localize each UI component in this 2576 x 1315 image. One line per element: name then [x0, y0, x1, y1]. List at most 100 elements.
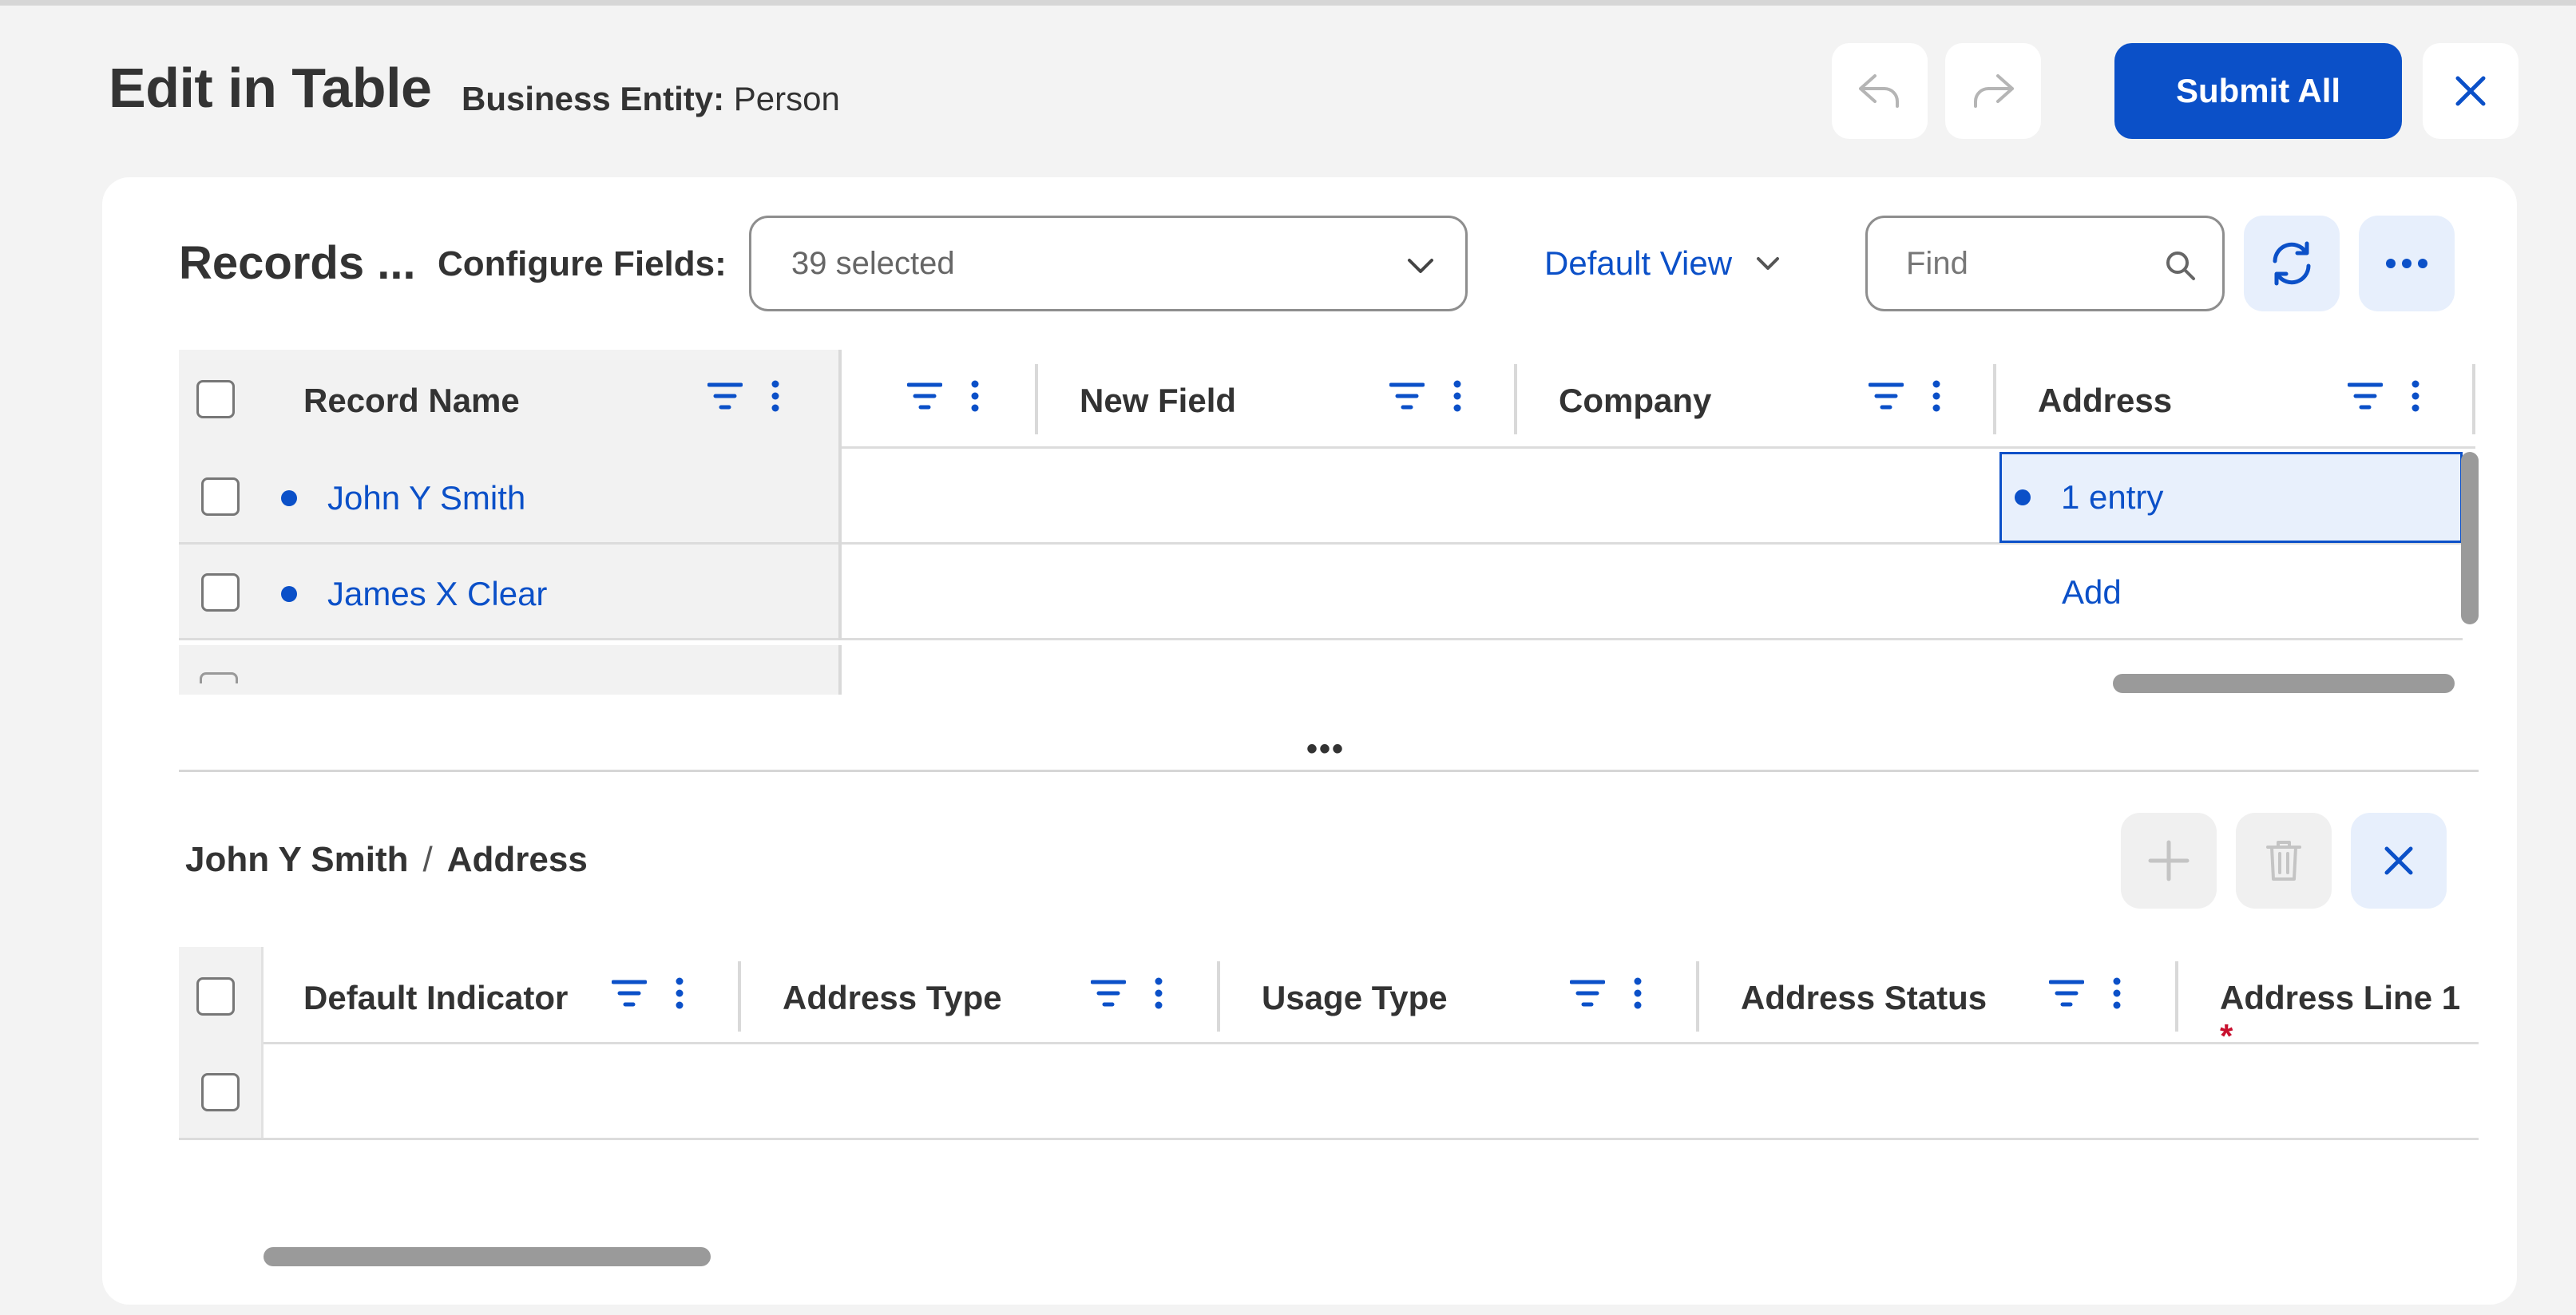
table-row-partial: [179, 645, 842, 695]
records-grid-header: Record Name New Field Company Address: [179, 350, 2475, 449]
kebab-menu-icon[interactable]: [971, 380, 979, 412]
more-options-button[interactable]: [2359, 216, 2455, 311]
horizontal-scrollbar[interactable]: [264, 1247, 711, 1266]
breadcrumb-separator: /: [422, 840, 433, 879]
kebab-menu-icon[interactable]: [771, 380, 779, 412]
column-tools-record-name: [707, 380, 779, 412]
column-header-company: Company: [1559, 382, 1712, 419]
select-all-checkbox[interactable]: [196, 380, 235, 418]
refresh-icon: [2273, 241, 2311, 286]
filter-icon[interactable]: [1091, 977, 1126, 1009]
column-divider[interactable]: [1514, 364, 1517, 434]
column-divider: [838, 449, 842, 545]
kebab-menu-icon[interactable]: [2113, 977, 2121, 1009]
refresh-button[interactable]: [2244, 216, 2340, 311]
kebab-menu-icon[interactable]: [1634, 977, 1642, 1009]
column-tools-usage-type: [1570, 977, 1642, 1009]
column-header-address-line-1-label: Address Line 1: [2220, 979, 2461, 1016]
column-header-new-field: New Field: [1080, 382, 1237, 419]
vertical-scrollbar[interactable]: [2461, 452, 2479, 624]
filter-icon[interactable]: [707, 380, 743, 412]
kebab-menu-icon[interactable]: [1453, 380, 1461, 412]
submit-all-button[interactable]: Submit All: [2114, 43, 2402, 139]
close-dialog-button[interactable]: [2423, 43, 2519, 139]
column-tools-unnamed: [907, 380, 979, 412]
address-entry-dot: [2015, 489, 2031, 505]
breadcrumb: John Y Smith / Address: [185, 840, 588, 880]
column-divider[interactable]: [838, 350, 842, 449]
kebab-menu-icon[interactable]: [1155, 977, 1163, 1009]
column-divider[interactable]: [2175, 961, 2178, 1032]
chevron-down-icon: [1408, 259, 1433, 273]
column-header-address-status: Address Status: [1741, 979, 1987, 1016]
breadcrumb-record: John Y Smith: [185, 840, 409, 879]
window-top-border: [0, 0, 2576, 6]
row-status-dot: [281, 490, 297, 506]
address-entry-link[interactable]: 1 entry: [2061, 478, 2163, 517]
page-title: Edit in Table: [109, 57, 432, 119]
add-entry-button[interactable]: [2121, 813, 2217, 909]
find-placeholder: Find: [1906, 245, 1968, 281]
kebab-menu-icon[interactable]: [2412, 380, 2419, 412]
filter-icon[interactable]: [1389, 380, 1425, 412]
search-icon: [2166, 252, 2195, 280]
column-divider[interactable]: [1993, 364, 1996, 434]
filter-icon[interactable]: [612, 977, 647, 1009]
business-entity: Business Entity: Person: [462, 80, 840, 118]
horizontal-scrollbar[interactable]: [2113, 674, 2455, 693]
record-name-link[interactable]: John Y Smith: [327, 479, 525, 517]
configure-fields-label: Configure Fields:: [438, 244, 727, 283]
chevron-down-icon: [1757, 257, 1780, 270]
kebab-menu-icon[interactable]: [1932, 380, 1940, 412]
filter-icon[interactable]: [907, 380, 942, 412]
records-title: Records ...: [179, 237, 416, 289]
panel-splitter[interactable]: [179, 770, 2479, 772]
row-checkbox-partial: [200, 672, 238, 683]
delete-entry-button[interactable]: [2236, 813, 2332, 909]
trash-icon: [2266, 841, 2301, 881]
close-detail-button[interactable]: [2351, 813, 2447, 909]
row-checkbox[interactable]: [201, 1073, 240, 1111]
address-cell-selected[interactable]: 1 entry: [1999, 452, 2463, 543]
breadcrumb-field: Address: [446, 840, 588, 879]
column-divider[interactable]: [738, 961, 741, 1032]
column-header-usage-type: Usage Type: [1262, 979, 1448, 1016]
configure-fields-select[interactable]: 39 selected: [749, 216, 1468, 311]
table-row[interactable]: [179, 1044, 2479, 1140]
filter-icon[interactable]: [1570, 977, 1605, 1009]
record-name-link[interactable]: James X Clear: [327, 575, 547, 613]
undo-arrow-icon: [1859, 74, 1899, 108]
column-tools-company: [1869, 380, 1940, 412]
filter-icon[interactable]: [1869, 380, 1904, 412]
configure-fields-value: 39 selected: [791, 245, 955, 281]
column-divider[interactable]: [2472, 364, 2475, 434]
row-checkbox[interactable]: [201, 573, 240, 612]
panel-resize-handle[interactable]: •••: [1306, 731, 1345, 767]
plus-icon: [2148, 840, 2190, 881]
row-status-dot: [281, 586, 297, 602]
redo-arrow-icon: [1974, 74, 2014, 108]
business-entity-label: Business Entity:: [462, 80, 725, 117]
column-divider[interactable]: [1696, 961, 1699, 1032]
find-input[interactable]: Find: [1865, 216, 2225, 311]
filter-icon[interactable]: [2049, 977, 2084, 1009]
redo-button[interactable]: [1945, 43, 2041, 139]
undo-button[interactable]: [1832, 43, 1928, 139]
column-divider: [838, 545, 842, 640]
column-header-address: Address: [2038, 382, 2173, 419]
view-selector[interactable]: Default View: [1544, 244, 1781, 283]
column-divider[interactable]: [1217, 961, 1220, 1032]
more-horizontal-icon: [2386, 259, 2427, 268]
column-divider[interactable]: [1035, 364, 1038, 434]
column-tools-default-indicator: [612, 977, 684, 1009]
table-row[interactable]: James X Clear Add: [179, 545, 2463, 640]
column-tools-address-type: [1091, 977, 1163, 1009]
column-header-address-type: Address Type: [783, 979, 1002, 1016]
row-checkbox[interactable]: [201, 477, 240, 516]
column-tools-address-status: [2049, 977, 2121, 1009]
filter-icon[interactable]: [2348, 380, 2383, 412]
column-header-default-indicator: Default Indicator: [303, 979, 569, 1016]
address-add-link[interactable]: Add: [2062, 573, 2122, 612]
select-all-checkbox[interactable]: [196, 977, 235, 1016]
kebab-menu-icon[interactable]: [676, 977, 684, 1009]
